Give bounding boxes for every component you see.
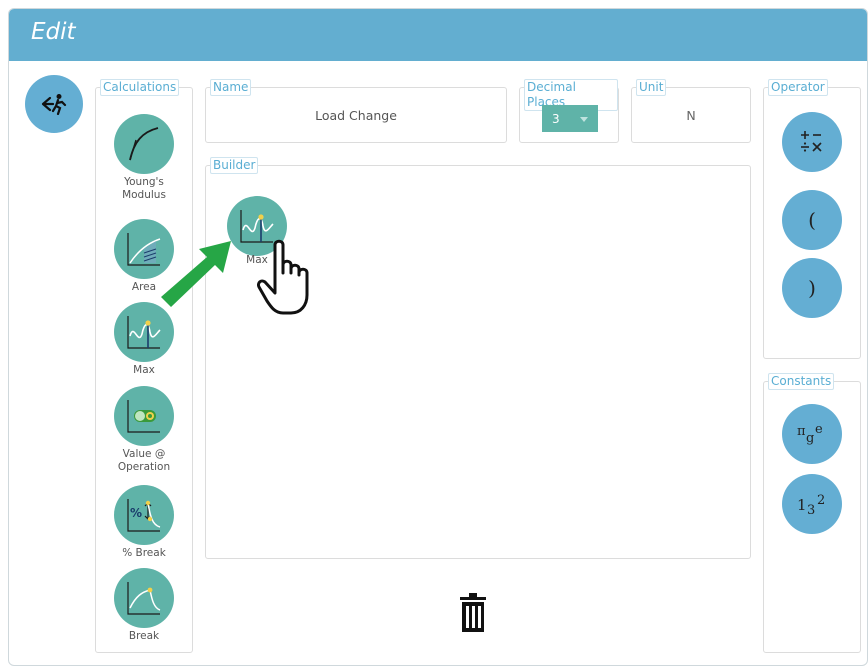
- unit-input[interactable]: N: [632, 108, 750, 123]
- window-title: Edit: [31, 19, 76, 45]
- calculations-legend: Calculations: [100, 79, 180, 96]
- svg-text:e: e: [815, 422, 823, 437]
- svg-text:3: 3: [807, 503, 815, 518]
- calc-max[interactable]: Max: [96, 302, 192, 377]
- close-paren-label: ): [808, 276, 816, 300]
- value-at-operation-icon: [127, 400, 160, 433]
- calc-break[interactable]: Break: [96, 568, 192, 643]
- numbers-button[interactable]: 1 3 2: [782, 474, 842, 534]
- name-input[interactable]: Load Change: [206, 108, 506, 123]
- calc-label: Value @ Operation: [117, 448, 171, 473]
- builder-legend: Builder: [210, 157, 259, 174]
- decimal-places-value: 3: [552, 111, 560, 126]
- youngs-modulus-icon: [129, 127, 159, 161]
- name-panel: Name Load Change: [205, 79, 507, 143]
- break-icon: [127, 582, 161, 615]
- calc-label: Young's Modulus: [122, 176, 166, 201]
- numbers-icon: 1 3 2: [797, 493, 825, 518]
- svg-text:2: 2: [817, 493, 825, 508]
- calc-value-at-operation[interactable]: Value @ Operation: [96, 386, 192, 474]
- hand-cursor-icon: [257, 239, 309, 315]
- calc-label: % Break: [122, 547, 166, 559]
- exit-button[interactable]: [25, 75, 83, 133]
- svg-text:g: g: [806, 431, 814, 446]
- constants-button[interactable]: π g e: [782, 404, 842, 464]
- decimal-places-panel: Decimal Places 3: [519, 79, 619, 143]
- svg-text:1: 1: [797, 496, 807, 514]
- name-legend: Name: [210, 79, 252, 96]
- calc-percent-break[interactable]: % % Break: [96, 485, 192, 560]
- decimal-places-select[interactable]: 3: [542, 105, 598, 132]
- operator-legend: Operator: [768, 79, 828, 96]
- close-paren-button[interactable]: ): [782, 258, 842, 318]
- svg-text:%: %: [130, 506, 142, 520]
- open-paren-button[interactable]: (: [782, 190, 842, 250]
- operators-icon: [801, 131, 822, 152]
- trash-icon[interactable]: [457, 593, 489, 633]
- calc-label: Max: [133, 364, 155, 376]
- percent-break-icon: %: [127, 499, 161, 532]
- calculations-panel: Calculations Young's Modulus Area Max Va…: [95, 79, 193, 653]
- chevron-down-icon: [580, 117, 588, 122]
- builder-panel: Builder Max: [205, 157, 751, 559]
- exit-run-icon: [41, 94, 67, 115]
- constants-icon: π g e: [797, 422, 823, 446]
- constants-panel: Constants π g e 1 3 2: [763, 373, 861, 653]
- calc-label: Break: [128, 630, 160, 642]
- svg-text:π: π: [797, 424, 806, 439]
- title-bar: Edit: [9, 9, 867, 61]
- edit-window: Edit Calculations Young's Modulus Area M…: [8, 8, 868, 666]
- constants-legend: Constants: [768, 373, 835, 390]
- drag-arrow-icon: [161, 241, 231, 307]
- calc-youngs-modulus[interactable]: Young's Modulus: [96, 114, 192, 202]
- unit-legend: Unit: [636, 79, 667, 96]
- open-paren-label: (: [808, 208, 816, 232]
- operators-button[interactable]: [782, 112, 842, 172]
- operator-panel: Operator ( ): [763, 79, 861, 359]
- area-icon: [127, 233, 161, 266]
- unit-panel: Unit N: [631, 79, 751, 143]
- max-icon: [127, 316, 161, 349]
